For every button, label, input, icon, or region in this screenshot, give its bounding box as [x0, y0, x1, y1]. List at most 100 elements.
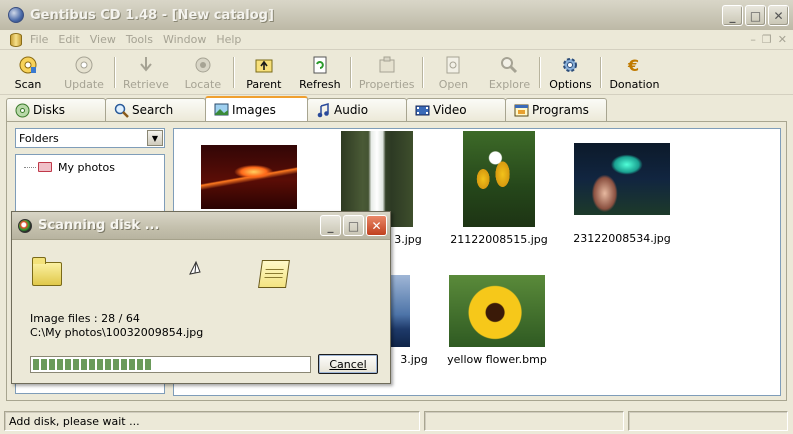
toolbar-separator: [114, 57, 115, 88]
chevron-down-icon[interactable]: ▼: [147, 130, 163, 146]
tab-programs[interactable]: Programs: [505, 98, 607, 121]
thumbnail-sunflower[interactable]: [449, 275, 545, 347]
menu-edit[interactable]: Edit: [58, 33, 79, 46]
refresh-icon: [310, 55, 330, 75]
donation-label: Donation: [609, 77, 660, 91]
thumbnail-item[interactable]: 23122008534.jpg: [567, 143, 677, 245]
update-label: Update: [64, 77, 104, 91]
close-button[interactable]: ✕: [768, 5, 789, 26]
thumbnail-night-scene[interactable]: [574, 143, 670, 215]
options-label: Options: [549, 77, 592, 91]
update-icon: [74, 55, 94, 75]
tab-disks-label: Disks: [33, 103, 66, 117]
dialog-minimize-button[interactable]: _: [320, 215, 341, 236]
tree-item-my-photos[interactable]: My photos: [16, 159, 164, 175]
locate-icon: [193, 55, 213, 75]
tab-video[interactable]: Video: [406, 98, 506, 121]
tab-video-label: Video: [433, 103, 467, 117]
tab-images-label: Images: [232, 102, 276, 117]
menu-tools[interactable]: Tools: [126, 33, 153, 46]
flying-paper-icon: [189, 260, 201, 275]
dialog-maximize-button[interactable]: □: [343, 215, 364, 236]
toolbar-separator: [232, 57, 234, 88]
dialog-body: Image files : 28 / 64 C:\My photos\10032…: [12, 240, 390, 384]
catalog-notepad-icon: [258, 260, 290, 288]
catalog-icon: [10, 32, 22, 47]
video-icon: [415, 105, 430, 116]
properties-button[interactable]: Properties: [353, 51, 421, 94]
properties-icon: [377, 55, 397, 75]
options-button[interactable]: Options: [542, 51, 598, 94]
parent-button[interactable]: Parent: [236, 51, 292, 94]
menu-view[interactable]: View: [90, 33, 116, 46]
explore-button[interactable]: Explore: [481, 51, 537, 94]
toolbar: Scan Update Retrieve Locate Parent Refre…: [0, 51, 793, 95]
thumbnail-item[interactable]: [194, 145, 304, 215]
update-button[interactable]: Update: [56, 51, 112, 94]
mdi-minimize-button[interactable]: –: [750, 33, 756, 46]
app-icon[interactable]: [8, 7, 24, 23]
title-bar[interactable]: Gentibus CD 1.48 - [New catalog] _ □ ✕: [0, 0, 793, 30]
thumbnail-caption: 21122008515.jpg: [450, 233, 548, 246]
dialog-close-button[interactable]: ✕: [366, 215, 387, 236]
tab-disks[interactable]: Disks: [6, 98, 106, 121]
mdi-close-button[interactable]: ✕: [778, 33, 787, 46]
retrieve-icon: [136, 55, 156, 75]
tab-images[interactable]: Images: [205, 96, 308, 121]
parent-label: Parent: [246, 77, 282, 91]
mdi-restore-button[interactable]: ❐: [762, 33, 772, 46]
toolbar-separator: [349, 57, 351, 88]
refresh-label: Refresh: [299, 77, 341, 91]
status-panel-2: [424, 411, 624, 431]
menu-window[interactable]: Window: [163, 33, 206, 46]
svg-text:€: €: [627, 56, 639, 75]
explore-label: Explore: [488, 77, 531, 91]
thumbnail-volcano[interactable]: [201, 145, 297, 209]
thumbnail-flower-plant[interactable]: [463, 131, 535, 227]
main-window: Gentibus CD 1.48 - [New catalog] _ □ ✕ F…: [0, 0, 793, 434]
open-button[interactable]: Open: [425, 51, 481, 94]
images-icon: [214, 103, 229, 116]
menu-bar: File Edit View Tools Window Help – ❐ ✕: [0, 30, 793, 50]
scan-icon: [18, 55, 38, 75]
thumbnail-item[interactable]: 21122008515.jpg: [444, 131, 554, 246]
minimize-button[interactable]: _: [722, 5, 743, 26]
view-select[interactable]: Folders ▼: [15, 128, 165, 148]
dialog-title-bar[interactable]: Scanning disk ... _ □ ✕: [12, 212, 390, 240]
window-title: Gentibus CD 1.48 - [New catalog]: [30, 7, 274, 23]
retrieve-button[interactable]: Retrieve: [117, 51, 175, 94]
open-icon: [443, 55, 463, 75]
tab-search[interactable]: Search: [105, 98, 206, 121]
toolbar-separator: [600, 57, 602, 88]
status-message: Add disk, please wait ...: [4, 411, 420, 431]
source-folder-icon: [32, 257, 62, 286]
explore-icon: [499, 55, 519, 75]
menu-file[interactable]: File: [30, 33, 48, 46]
cancel-label: Cancel: [329, 357, 367, 371]
scan-button[interactable]: Scan: [0, 51, 56, 94]
thumbnail-caption: yellow flower.bmp: [447, 353, 547, 366]
disks-icon: [15, 103, 30, 118]
tab-audio[interactable]: Audio: [307, 98, 407, 121]
maximize-button[interactable]: □: [745, 5, 766, 26]
tree-connector: [24, 166, 36, 168]
donation-button[interactable]: € Donation: [603, 51, 665, 94]
tree-item-label: My photos: [58, 160, 115, 174]
tab-strip: Disks Search Images Audio Video Programs: [6, 96, 607, 121]
menu-help[interactable]: Help: [216, 33, 241, 46]
locate-button[interactable]: Locate: [175, 51, 231, 94]
search-icon: [114, 103, 129, 118]
cd-icon: [18, 218, 32, 233]
view-select-value: Folders: [19, 131, 59, 145]
image-count-text: Image files : 28 / 64: [30, 312, 140, 325]
thumbnail-item[interactable]: yellow flower.bmp: [442, 275, 552, 366]
toolbar-separator: [422, 57, 424, 88]
cancel-button[interactable]: Cancel: [318, 354, 378, 374]
progress-fill: [33, 359, 154, 370]
parent-folder-icon: [254, 55, 274, 75]
tab-audio-label: Audio: [334, 103, 369, 117]
folder-icon: [38, 162, 52, 172]
thumbnail-caption: 23122008534.jpg: [573, 232, 671, 245]
refresh-button[interactable]: Refresh: [292, 51, 348, 94]
thumbnail-sea[interactable]: [390, 275, 410, 347]
